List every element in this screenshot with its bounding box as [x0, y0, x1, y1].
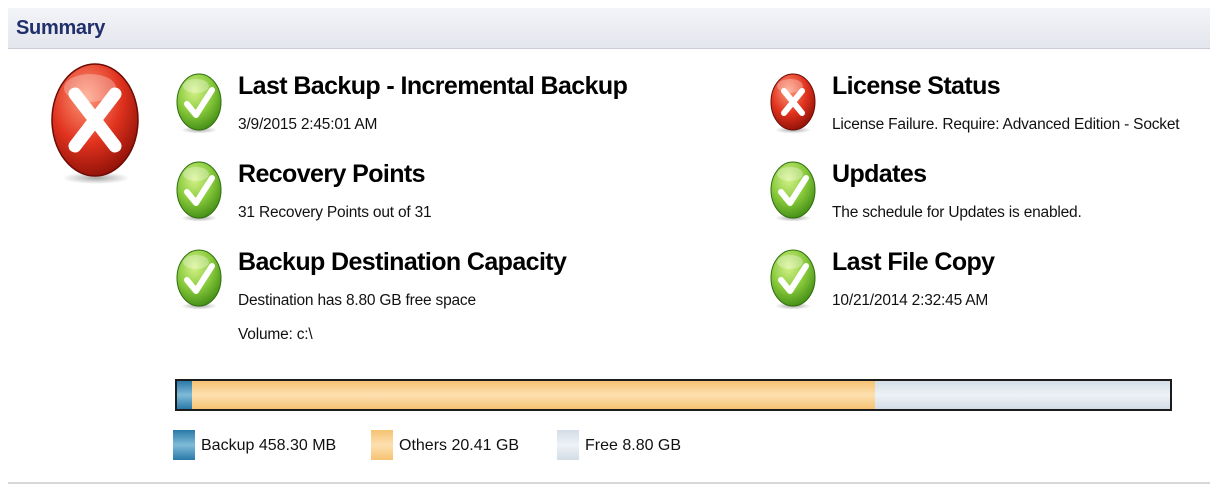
last-backup-time: 3/9/2015 2:45:01 AM: [238, 116, 378, 133]
legend-label-free: Free 8.80 GB: [585, 437, 682, 454]
last-file-copy-title: Last File Copy: [832, 248, 995, 276]
overall-status-error-icon: [50, 62, 140, 186]
destination-free-space: Destination has 8.80 GB free space: [238, 292, 476, 309]
destination-capacity-bar: [175, 379, 1172, 411]
destination-volume: Volume: c:\: [238, 326, 313, 343]
last-file-copy-time: 10/21/2014 2:32:45 AM: [832, 292, 989, 309]
legend-swatch-others: [371, 430, 393, 460]
capacity-segment-others: [192, 381, 875, 409]
success-check-icon: [770, 160, 816, 222]
success-check-icon: [176, 248, 222, 310]
updates-title: Updates: [832, 160, 927, 188]
legend-swatch-backup: [173, 430, 195, 460]
license-status-detail: License Failure. Require: Advanced Editi…: [832, 116, 1180, 133]
last-backup-title: Last Backup - Incremental Backup: [238, 72, 628, 100]
license-status-title: License Status: [832, 72, 1001, 100]
summary-header: Summary: [8, 8, 1210, 49]
legend-swatch-free: [557, 430, 579, 460]
recovery-points-detail: 31 Recovery Points out of 31: [238, 204, 432, 221]
legend-label-backup: Backup 458.30 MB: [201, 437, 337, 454]
legend-label-others: Others 20.41 GB: [399, 437, 520, 454]
success-check-icon: [770, 248, 816, 310]
capacity-segment-backup: [177, 381, 192, 409]
updates-detail: The schedule for Updates is enabled.: [832, 204, 1082, 221]
recovery-points-title: Recovery Points: [238, 160, 426, 188]
summary-title: Summary: [16, 17, 106, 39]
capacity-segment-free: [875, 381, 1170, 409]
error-icon: [770, 72, 816, 134]
destination-capacity-title: Backup Destination Capacity: [238, 248, 567, 276]
success-check-icon: [176, 72, 222, 134]
section-divider: [8, 482, 1210, 484]
success-check-icon: [176, 160, 222, 222]
